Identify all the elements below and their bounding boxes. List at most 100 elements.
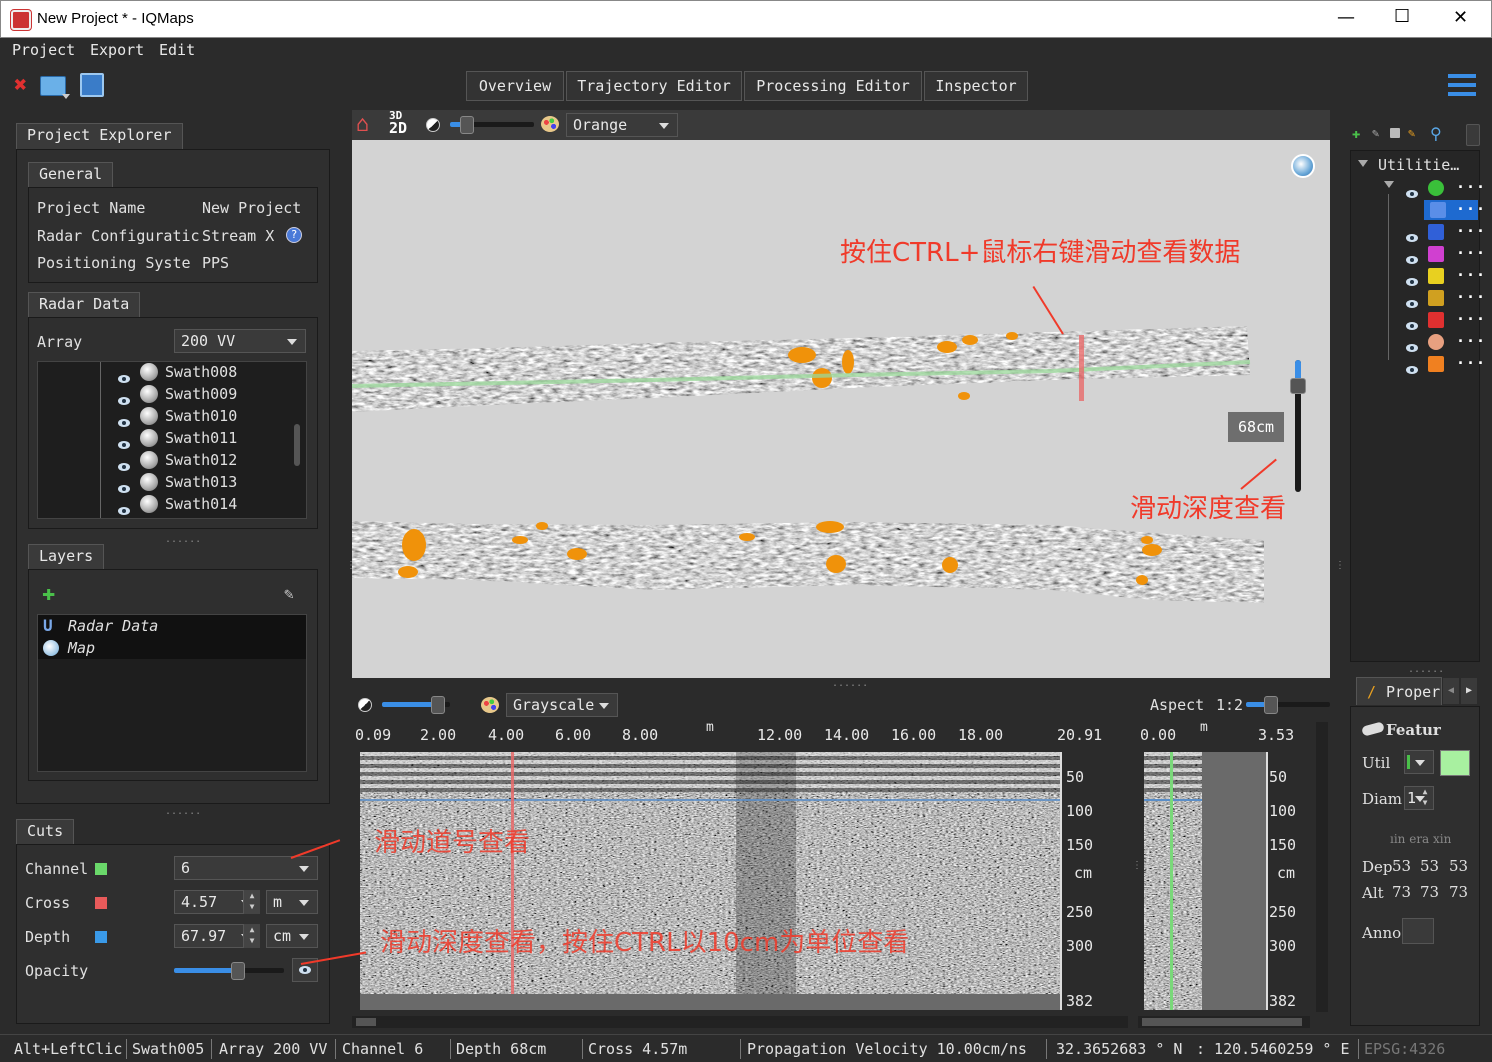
- close-project-icon[interactable]: ✖: [14, 73, 27, 98]
- more-icon[interactable]: ···: [1456, 244, 1486, 262]
- util-color-swatch[interactable]: [1440, 750, 1470, 776]
- eye-icon[interactable]: [1406, 234, 1418, 242]
- splitter-handle[interactable]: ......: [1408, 664, 1444, 675]
- depth-unit-select[interactable]: cm: [266, 924, 318, 948]
- palette-icon[interactable]: [541, 116, 559, 132]
- tab-processing-editor[interactable]: Processing Editor: [744, 71, 922, 101]
- edit-icon[interactable]: ✎: [1372, 126, 1379, 140]
- splitter-handle[interactable]: ......: [832, 678, 868, 689]
- more-icon[interactable]: ···: [1456, 200, 1486, 218]
- home-icon[interactable]: ⌂: [356, 112, 369, 137]
- properties-tab[interactable]: / Proper: [1356, 677, 1442, 705]
- eye-icon[interactable]: [1406, 322, 1418, 330]
- utility-item-help[interactable]: ···: [1400, 178, 1485, 198]
- brush-icon[interactable]: ✎: [1408, 126, 1415, 140]
- eye-icon[interactable]: [1406, 278, 1418, 286]
- list-item[interactable]: Swath008: [110, 362, 290, 384]
- tree-collapse-icon[interactable]: [1384, 181, 1394, 188]
- more-icon[interactable]: ···: [1456, 288, 1486, 306]
- eye-icon[interactable]: [118, 419, 130, 427]
- eye-icon[interactable]: [118, 463, 130, 471]
- aspect-slider-handle[interactable]: [1264, 696, 1278, 714]
- more-icon[interactable]: ···: [1456, 222, 1486, 240]
- section-contrast-slider[interactable]: [382, 696, 450, 714]
- eye-icon[interactable]: [118, 397, 130, 405]
- minimize-button[interactable]: —: [1337, 7, 1355, 28]
- map-contrast-slider[interactable]: [450, 116, 534, 134]
- globe-icon[interactable]: [1291, 154, 1315, 178]
- eye-icon[interactable]: [1406, 344, 1418, 352]
- list-item[interactable]: Swath014: [110, 494, 290, 516]
- util-type-select[interactable]: [1404, 750, 1434, 774]
- section-canvas[interactable]: 滑动道号查看 滑动深度查看，按住CTRL以10cm为单位查看: [360, 752, 1060, 1010]
- project-explorer-tab[interactable]: Project Explorer: [16, 123, 183, 150]
- menu-project[interactable]: Project: [12, 41, 75, 59]
- utility-item-flag[interactable]: ···: [1400, 222, 1485, 242]
- more-icon[interactable]: ···: [1456, 266, 1486, 284]
- eye-icon[interactable]: [1406, 366, 1418, 374]
- layers-tab[interactable]: Layers: [28, 544, 105, 570]
- general-tab[interactable]: General: [28, 162, 114, 188]
- splitter-handle[interactable]: ⋮: [1132, 860, 1142, 871]
- section-contrast-handle[interactable]: [431, 696, 445, 714]
- cuts-tab[interactable]: Cuts: [16, 819, 75, 845]
- section-palette-icon[interactable]: [481, 697, 499, 713]
- list-item[interactable]: Swath012: [110, 450, 290, 472]
- utility-item-hydrant[interactable]: ···: [1400, 310, 1485, 330]
- more-icon[interactable]: ···: [1456, 178, 1486, 196]
- list-item[interactable]: Swath009: [110, 384, 290, 406]
- cross-unit-select[interactable]: m: [266, 890, 318, 914]
- channel-select[interactable]: 6: [174, 856, 318, 880]
- eye-icon[interactable]: [1406, 300, 1418, 308]
- menu-edit[interactable]: Edit: [159, 41, 195, 59]
- splitter-handle[interactable]: ⋮: [346, 560, 356, 571]
- brush-icon[interactable]: ✎: [284, 584, 294, 603]
- utility-item-camera[interactable]: ···: [1400, 244, 1485, 264]
- side-scrollbar[interactable]: [1138, 1016, 1310, 1028]
- cross-spin-arrows-icon[interactable]: ▲ ▼: [243, 890, 260, 914]
- maximize-button[interactable]: ☐: [1394, 6, 1410, 27]
- array-select[interactable]: 200 VV: [174, 329, 306, 353]
- section-contrast-icon[interactable]: [358, 698, 372, 712]
- save-icon[interactable]: [80, 73, 104, 97]
- splitter-handle[interactable]: ......: [165, 806, 201, 817]
- menu-export[interactable]: Export: [90, 41, 144, 59]
- tab-overview[interactable]: Overview: [466, 71, 564, 101]
- list-item[interactable]: Swath011: [110, 428, 290, 450]
- eye-icon[interactable]: [118, 507, 130, 515]
- list-scrollbar[interactable]: [294, 424, 300, 466]
- radar-data-tab[interactable]: Radar Data: [28, 292, 141, 318]
- close-button[interactable]: ✕: [1453, 7, 1468, 28]
- opacity-slider-handle[interactable]: [231, 962, 246, 980]
- utility-item-pipe[interactable]: ···: [1424, 200, 1485, 220]
- more-icon[interactable]: ···: [1456, 354, 1486, 372]
- more-icon[interactable]: ···: [1456, 310, 1486, 328]
- grip-icon[interactable]: [1466, 124, 1480, 146]
- info-icon[interactable]: ?: [286, 227, 302, 243]
- utility-item-traffic[interactable]: ···: [1400, 288, 1485, 308]
- eye-icon[interactable]: [1406, 256, 1418, 264]
- splitter-handle[interactable]: ......: [165, 534, 201, 545]
- tab-scroll-left-icon[interactable]: ◀: [1443, 678, 1459, 704]
- anno-field[interactable]: [1402, 918, 1434, 944]
- zoom-icon[interactable]: ⚲: [1430, 124, 1442, 143]
- depth-slider-handle[interactable]: [1290, 378, 1306, 394]
- tree-collapse-icon[interactable]: [1358, 160, 1368, 167]
- splitter-handle[interactable]: ⋮: [1335, 560, 1345, 571]
- eye-icon[interactable]: [118, 485, 130, 493]
- utility-item-fuel[interactable]: ···: [1400, 354, 1485, 374]
- section-scrollbar[interactable]: [352, 1016, 1128, 1028]
- side-section-canvas[interactable]: [1144, 752, 1266, 1010]
- map-contrast-handle[interactable]: [460, 116, 474, 134]
- map-canvas[interactable]: 按住CTRL+鼠标右键滑动查看数据 68cm 滑动深度查看: [352, 140, 1330, 678]
- tab-inspector[interactable]: Inspector: [924, 71, 1028, 101]
- tab-trajectory-editor[interactable]: Trajectory Editor: [566, 71, 742, 101]
- eye-icon[interactable]: [118, 375, 130, 383]
- side-scrollbar-vertical[interactable]: [1316, 722, 1328, 1012]
- eye-icon[interactable]: [118, 441, 130, 449]
- contrast-icon[interactable]: [426, 118, 440, 132]
- depth-spin-arrows-icon[interactable]: ▲ ▼: [243, 924, 260, 948]
- aspect-slider[interactable]: [1246, 696, 1330, 714]
- add-layer-icon[interactable]: ✚: [42, 583, 55, 605]
- add-utility-icon[interactable]: ✚: [1352, 126, 1360, 142]
